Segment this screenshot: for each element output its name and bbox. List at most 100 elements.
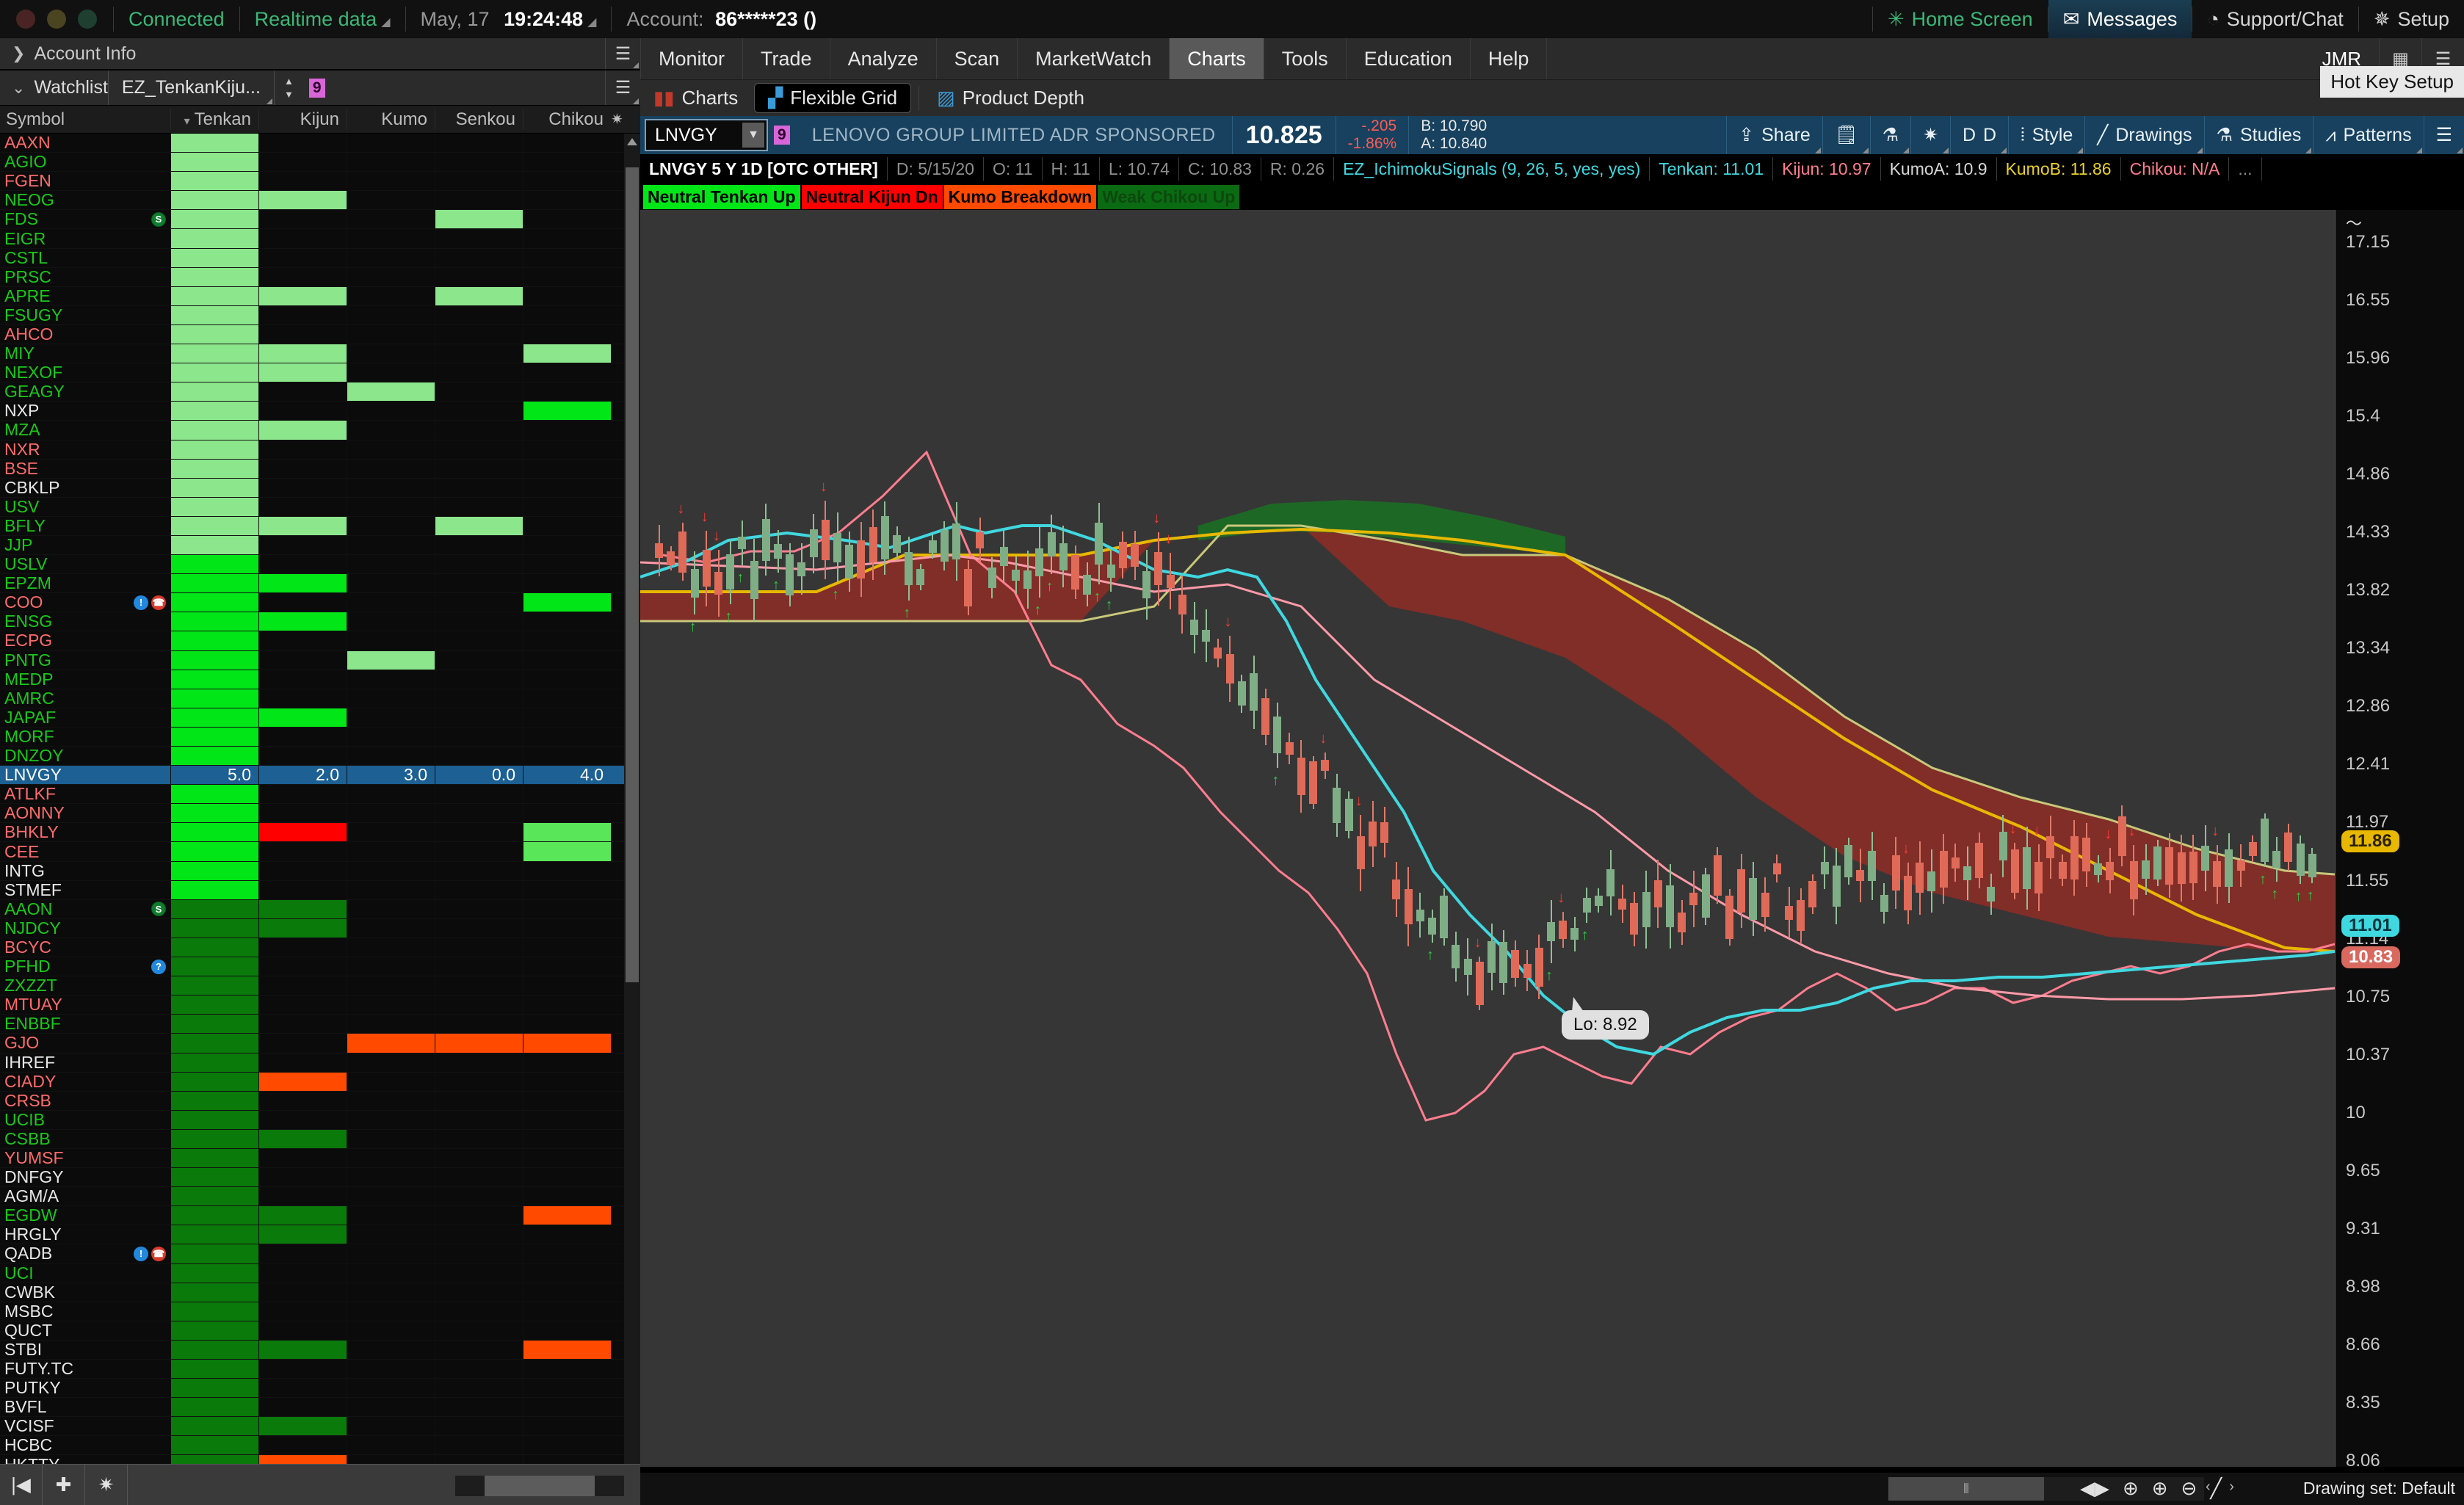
subtab-charts[interactable]: ▮▮Charts [640,80,751,116]
row-icons[interactable]: S [151,902,166,916]
chevron-down-icon[interactable]: ▼ [742,123,764,148]
table-row[interactable]: BHKLY [0,823,640,842]
spinner-up-icon[interactable]: ▲ [284,76,294,87]
column-header-symbol[interactable]: Symbol [0,109,170,130]
drawing-set-label[interactable]: Drawing set: Default [2303,1479,2455,1498]
add-icon[interactable]: ✚ [43,1465,85,1505]
table-row[interactable]: AGM/A [0,1187,640,1206]
symbol-badge[interactable]: 9 [774,126,790,145]
menu-item-tools[interactable]: Tools [1264,38,1347,79]
table-row[interactable]: CBKLP [0,479,640,498]
menu-item-monitor[interactable]: Monitor [640,38,743,79]
scrollbar-thumb[interactable] [626,167,639,982]
table-row[interactable]: USLV [0,555,640,574]
table-row[interactable]: CEE [0,842,640,861]
table-row[interactable]: YUMSF [0,1149,640,1168]
table-row[interactable]: ENSG [0,612,640,631]
table-row[interactable]: IHREF [0,1054,640,1073]
realtime-data-status[interactable]: Realtime data◢ [240,8,405,31]
table-row[interactable]: EGDW [0,1206,640,1225]
table-row[interactable]: FGEN [0,172,640,191]
chart-tool-patterns[interactable]: ⩘Patterns [2313,116,2423,154]
table-row[interactable]: BCYC [0,938,640,957]
price-plot[interactable]: ↓↑↓↓↑↑↑↓↑↑↑↑↑↑↓↓↓↑↓↓↑↓↑↓↑↓↓↓↓↓↓↑↑↑↑ Lo: … [640,210,2335,1467]
row-icons[interactable]: !☎ [134,595,166,610]
chart-tool-drawings[interactable]: ╱Drawings [2084,116,2203,154]
messages-button[interactable]: ✉ Messages [2048,0,2192,38]
chart-tool-d[interactable]: DD [1950,116,2008,154]
menu-item-scan[interactable]: Scan [937,38,1018,79]
chart-tool-studies[interactable]: ⚗Studies [2204,116,2313,154]
table-row[interactable]: LNVGY5.02.03.00.04.0 [0,766,640,785]
zoom-out-icon[interactable]: ⊖ [2181,1477,2197,1500]
table-row[interactable]: APRE [0,287,640,306]
table-row[interactable]: DNZOY [0,747,640,766]
table-row[interactable]: CSTL [0,249,640,268]
table-row[interactable]: GEAGY [0,382,640,402]
table-row[interactable]: NXR [0,440,640,460]
table-row[interactable]: AAONS [0,900,640,919]
table-row[interactable]: CSBB [0,1130,640,1149]
table-row[interactable]: VCISF [0,1417,640,1436]
column-header-chikou[interactable]: Chikou [523,109,611,130]
window-controls[interactable] [0,10,113,29]
table-row[interactable]: HCBC [0,1436,640,1455]
table-row[interactable]: CWBK [0,1283,640,1302]
clock[interactable]: May, 17 19:24:48◢ [406,8,612,31]
account-info-menu-icon[interactable]: ☰ [605,38,640,69]
table-row[interactable]: HKTTY [0,1455,640,1464]
zoom-in-icon[interactable]: ⊕ [2152,1477,2168,1500]
table-row[interactable]: MSBC [0,1302,640,1321]
blue-alert-icon[interactable]: ! [134,1247,148,1261]
table-row[interactable]: ATLKF [0,785,640,804]
menu-item-charts[interactable]: Charts [1170,38,1264,79]
gear-icon[interactable]: ✷ [85,1465,128,1505]
table-row[interactable]: JAPAF [0,708,640,728]
watchlist-spinner[interactable]: ▲ ▼ [274,70,303,105]
table-row[interactable]: ENBBF [0,1015,640,1034]
watchlist-badge[interactable]: 9 [309,79,325,98]
menu-item-marketwatch[interactable]: MarketWatch [1018,38,1170,79]
chart-tool-share[interactable]: ⇪Share [1726,116,1822,154]
price-axis-style-icon[interactable]: 〜 [2336,210,2464,235]
first-page-icon[interactable]: |◀ [0,1465,43,1505]
table-row[interactable]: STMEF [0,881,640,900]
table-row[interactable]: BFLY [0,517,640,536]
chart-canvas-area[interactable]: ↓↑↓↓↑↑↑↓↑↑↑↑↑↑↓↓↓↑↓↓↑↓↑↓↑↓↓↓↓↓↓↑↑↑↑ Lo: … [640,210,2464,1498]
table-row[interactable]: MEDP [0,670,640,689]
price-axis[interactable]: 〜 17.1516.5515.9615.414.8614.3313.8213.3… [2335,210,2464,1467]
watchlist-menu-icon[interactable]: ☰ [605,70,640,105]
table-row[interactable]: INTG [0,862,640,881]
draw-line-icon[interactable]: ╱ [2210,1477,2222,1500]
row-icons[interactable]: ? [151,960,166,974]
table-row[interactable]: NJDCY [0,919,640,938]
table-row[interactable]: PFHD? [0,957,640,976]
table-row[interactable]: EIGR [0,229,640,248]
crosshair-icon[interactable]: ⊕ [2123,1477,2139,1500]
blue-alert-icon[interactable]: ! [134,595,148,610]
table-row[interactable]: HRGLY [0,1225,640,1244]
green-s-icon[interactable]: S [151,902,166,916]
maximize-window-dot[interactable] [78,10,97,29]
table-row[interactable]: BVFL [0,1398,640,1417]
red-earnings-icon[interactable]: ☎ [151,1247,166,1261]
subtab-product-depth[interactable]: ▨Product Depth [924,80,1098,116]
table-row[interactable]: NEXOF [0,363,640,382]
table-row[interactable]: PUTKY [0,1379,640,1398]
table-row[interactable]: UCIB [0,1111,640,1130]
table-row[interactable]: COO!☎ [0,593,640,612]
column-header-senkou[interactable]: Senkou [435,109,523,130]
table-row[interactable]: MZA [0,421,640,440]
watchlist-rows[interactable]: AAXNAGIOFGENNEOGFDSSEIGRCSTLPRSCAPREFSUG… [0,134,640,1464]
chart-tool-hamburger-menu-icon[interactable]: ☰ [2424,116,2464,154]
menu-item-education[interactable]: Education [1347,38,1471,79]
table-row[interactable]: AHCO [0,325,640,344]
column-header-kumo[interactable]: Kumo [347,109,435,130]
scroll-up-icon[interactable] [627,138,637,145]
close-window-dot[interactable] [16,10,35,29]
table-row[interactable]: AAXN [0,134,640,153]
table-row[interactable]: NEOG [0,191,640,210]
table-row[interactable]: ECPG [0,631,640,650]
table-row[interactable]: AONNY [0,804,640,823]
table-row[interactable]: FDSS [0,210,640,229]
